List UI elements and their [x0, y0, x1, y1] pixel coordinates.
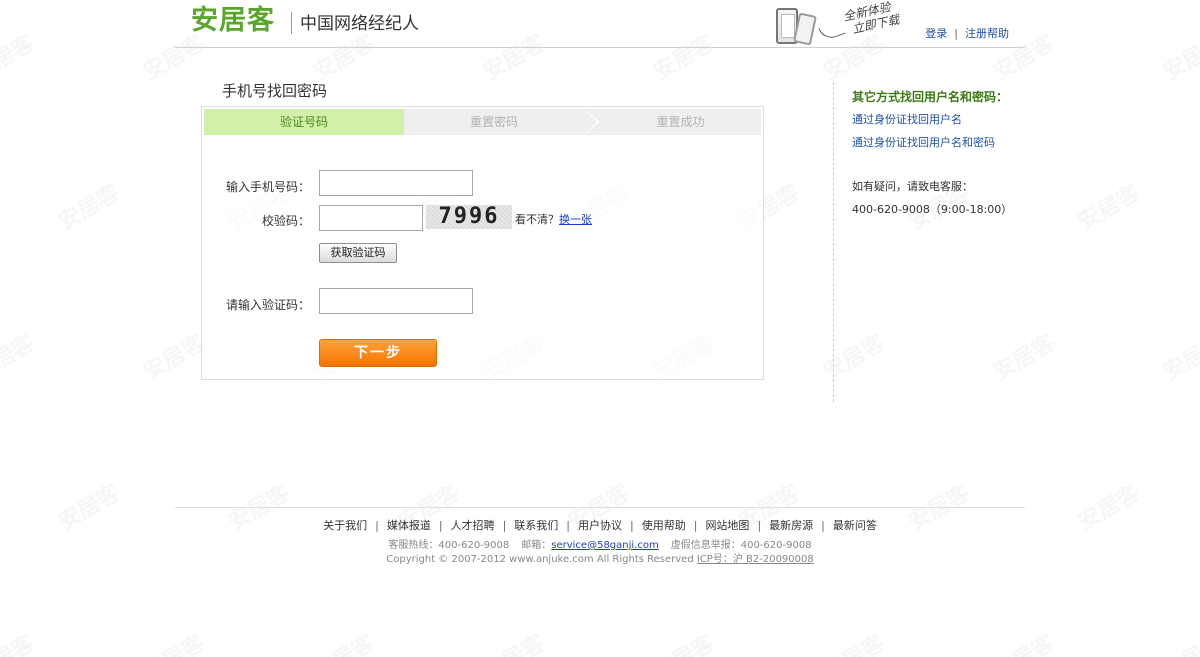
watermark-text: 安居客 — [51, 176, 124, 237]
footer-nav-separator: | — [693, 519, 698, 532]
watermark-text: 安居客 — [1071, 176, 1144, 237]
footer-nav-link[interactable]: 媒体报道 — [387, 519, 431, 532]
footer-nav-separator: | — [375, 519, 379, 532]
footer-email-label: 邮箱： — [521, 540, 552, 551]
contact-phone: 400-620-9008（9:00-18:00） — [852, 203, 1013, 216]
watermark-text: 安居客 — [0, 326, 40, 387]
footer-contact-line: 客服热线：400-620-9008 邮箱：service@58ganji.com 虚… — [175, 539, 1025, 553]
footer-nav-link[interactable]: 网站地图 — [705, 519, 749, 532]
top-link-separator: | — [954, 27, 958, 40]
refresh-captcha-link[interactable]: 换一张 — [559, 211, 592, 227]
step-arrow — [584, 109, 597, 135]
check-code-label: 校验码： — [261, 214, 310, 228]
page-title: 手机号找回密码 — [222, 82, 328, 100]
app-download-promo[interactable]: 全新体验 立即下载 — [776, 0, 906, 46]
watermark-text: 安居客 — [1071, 476, 1144, 537]
recover-username-password-link[interactable]: 通过身份证找回用户名和密码 — [852, 134, 995, 150]
watermark-text: 安居客 — [51, 476, 124, 537]
site-footer: 关于我们 | 媒体报道 | 人才招聘 | 联系我们 | 用户协议 | 使用帮助 | 网站地图 | 最新房源 |… — [175, 507, 1025, 567]
step-verify-number: 验证号码 — [204, 109, 417, 135]
step-reset-password: 重置密码 — [404, 109, 600, 135]
footer-nav-separator: | — [630, 519, 634, 532]
step-progress: 验证号码 重置密码 重置成功 — [204, 109, 761, 135]
watermark-text: 安居客 — [136, 626, 209, 657]
promo-text: 全新体验 立即下载 — [842, 0, 901, 37]
phone-label: 输入手机号码： — [225, 180, 310, 194]
captcha-image[interactable]: 7996 — [426, 205, 512, 229]
footer-icp-link[interactable]: ICP号：沪 B2-20090008 — [697, 554, 814, 565]
watermark-text: 安居客 — [1156, 26, 1200, 87]
recovery-form: 验证号码 重置密码 重置成功 输入手机号码： 校验码： 7996 看不清？ 换一… — [201, 106, 764, 380]
watermark-text: 安居客 — [986, 626, 1059, 657]
step-label: 重置成功 — [656, 115, 705, 129]
footer-nav-separator: | — [438, 519, 443, 532]
brand-slogan: 中国网络经纪人 — [300, 14, 419, 34]
watermark-text: 安居客 — [646, 626, 719, 657]
side-panel: 其它方式找回用户名和密码： 通过身份证找回用户名 通过身份证找回用户名和密码 如… — [833, 82, 1033, 402]
step-reset-success: 重置成功 — [584, 109, 761, 135]
watermark-text: 安居客 — [306, 626, 379, 657]
footer-nav-link[interactable]: 关于我们 — [323, 519, 367, 532]
footer-nav-link[interactable]: 使用帮助 — [642, 519, 686, 532]
brand-logo[interactable]: 安居客 — [191, 5, 275, 37]
footer-nav-link[interactable]: 用户协议 — [578, 519, 622, 532]
contact-label: 如有疑问，请致电客服： — [852, 180, 973, 193]
get-code-button[interactable]: 获取验证码 — [319, 243, 397, 263]
step-label: 重置密码 — [469, 115, 518, 129]
register-help-link[interactable]: 注册帮助 — [965, 27, 1009, 40]
watermark-text: 安居客 — [0, 626, 40, 657]
watermark-text: 安居客 — [1156, 326, 1200, 387]
footer-report: 虚假信息举报：400-620-9008 — [670, 540, 812, 551]
side-panel-title: 其它方式找回用户名和密码： — [852, 90, 1009, 104]
verification-code-label: 请输入验证码： — [225, 298, 310, 312]
footer-copyright: Copyright © 2007-2012 www.anjuke.com All… — [386, 554, 694, 565]
footer-nav-link[interactable]: 最新问答 — [833, 519, 877, 532]
footer-email-link[interactable]: service@58ganji.com — [551, 540, 658, 551]
footer-nav-link[interactable]: 联系我们 — [514, 519, 558, 532]
footer-copyright-line: Copyright © 2007-2012 www.anjuke.com All… — [175, 553, 1025, 567]
logo-divider — [291, 12, 292, 34]
step-label: 验证号码 — [279, 115, 328, 129]
footer-nav: 关于我们 | 媒体报道 | 人才招聘 | 联系我们 | 用户协议 | 使用帮助 | 网站地图 | 最新房源 |… — [175, 517, 1025, 533]
site-header: 安居客 中国网络经纪人 全新体验 立即下载 登录 | 注册帮助 — [175, 0, 1025, 48]
check-code-input[interactable] — [319, 205, 423, 231]
footer-nav-separator: | — [757, 519, 762, 532]
curved-arrow-icon — [818, 20, 846, 42]
watermark-text: 安居客 — [1156, 626, 1200, 657]
footer-nav-separator: | — [502, 519, 507, 532]
recover-username-link[interactable]: 通过身份证找回用户名 — [852, 111, 962, 127]
watermark-text: 安居客 — [136, 326, 209, 387]
verification-code-input[interactable] — [319, 288, 473, 314]
footer-hotline: 客服热线：400-620-9008 — [388, 540, 510, 551]
watermark-text: 安居客 — [816, 626, 889, 657]
footer-nav-link[interactable]: 最新房源 — [769, 519, 813, 532]
watermark-text: 安居客 — [0, 26, 40, 87]
top-links: 登录 | 注册帮助 — [925, 25, 1009, 41]
footer-nav-separator: | — [821, 519, 825, 532]
watermark-text: 安居客 — [476, 626, 549, 657]
footer-nav-separator: | — [566, 519, 570, 532]
next-step-button[interactable]: 下一步 — [319, 339, 437, 367]
cant-see-text: 看不清？ — [515, 213, 559, 226]
login-link[interactable]: 登录 — [925, 27, 947, 40]
footer-nav-link[interactable]: 人才招聘 — [451, 519, 495, 532]
phone-input[interactable] — [319, 170, 473, 196]
